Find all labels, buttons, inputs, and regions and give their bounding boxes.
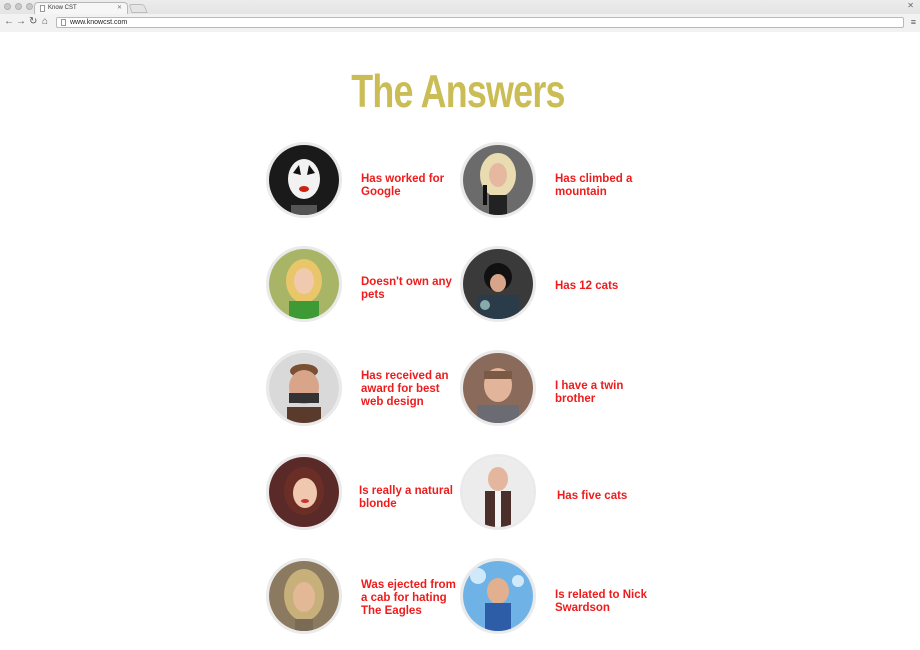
- menu-icon[interactable]: ≡: [911, 17, 916, 27]
- answer-text: Has climbed a mountain: [555, 173, 633, 198]
- address-bar[interactable]: www.knowcst.com: [56, 17, 904, 28]
- answer-text: Has 12 cats: [555, 280, 619, 292]
- tab-title: Know CST: [48, 5, 77, 11]
- home-icon[interactable]: ⌂: [42, 16, 48, 28]
- browser-chrome: Know CST ✕ ✕ ← → ↻ ⌂ www.knowcst.com ≡: [0, 0, 920, 32]
- answer-card: Has worked for Google: [266, 142, 466, 224]
- answer-text: Is really a natural blonde: [359, 485, 453, 510]
- tab-bar: Know CST ✕ ✕: [0, 0, 920, 14]
- avatar: [266, 246, 342, 322]
- tab-close-icon[interactable]: ✕: [117, 4, 122, 11]
- avatar: [266, 350, 342, 426]
- browser-toolbar: ← → ↻ ⌂ www.knowcst.com ≡: [0, 14, 920, 32]
- answer-text: I have a twin brother: [555, 380, 624, 405]
- answer-card: Has five cats: [460, 454, 660, 536]
- answer-card: I have a twin brother: [460, 350, 660, 432]
- back-arrow-icon[interactable]: ←: [4, 16, 14, 28]
- zoom-window-icon[interactable]: [26, 3, 33, 10]
- answer-text: Has five cats: [557, 490, 628, 502]
- answer-text: Has worked for Google: [361, 173, 445, 198]
- page-favicon-icon: [40, 5, 45, 12]
- avatar: [460, 142, 536, 218]
- window-close-icon[interactable]: ✕: [907, 1, 914, 10]
- answer-card: Has 12 cats: [460, 246, 660, 328]
- answer-text: Was ejected from a cab for hating The Ea…: [361, 579, 456, 617]
- avatar: [460, 246, 536, 322]
- answer-card: Has received an award for best web desig…: [266, 350, 466, 432]
- avatar: [266, 558, 342, 634]
- address-bar-url: www.knowcst.com: [70, 19, 128, 26]
- answer-text: Has received an award for best web desig…: [361, 370, 449, 408]
- answer-card: Is really a natural blonde: [266, 454, 466, 536]
- forward-arrow-icon[interactable]: →: [16, 16, 26, 28]
- answer-card: Has climbed a mountain: [460, 142, 660, 224]
- window-controls: [4, 3, 33, 10]
- answer-card: Doesn't own any pets: [266, 246, 466, 328]
- page-icon: [61, 19, 66, 26]
- avatar: [266, 142, 342, 218]
- page-title: The Answers: [351, 65, 565, 117]
- avatar: [266, 454, 342, 530]
- answer-card: Is related to Nick Swardson: [460, 558, 660, 640]
- answer-text: Is related to Nick Swardson: [555, 589, 648, 614]
- answer-card: Was ejected from a cab for hating The Ea…: [266, 558, 466, 640]
- reload-icon[interactable]: ↻: [29, 16, 37, 28]
- close-window-icon[interactable]: [4, 3, 11, 10]
- avatar: [460, 350, 536, 426]
- avatar: [460, 558, 536, 634]
- browser-tab[interactable]: Know CST ✕: [34, 2, 128, 14]
- avatar: [460, 454, 536, 530]
- answer-text: Doesn't own any pets: [361, 276, 452, 301]
- minimize-window-icon[interactable]: [15, 3, 22, 10]
- new-tab-button[interactable]: [128, 4, 148, 13]
